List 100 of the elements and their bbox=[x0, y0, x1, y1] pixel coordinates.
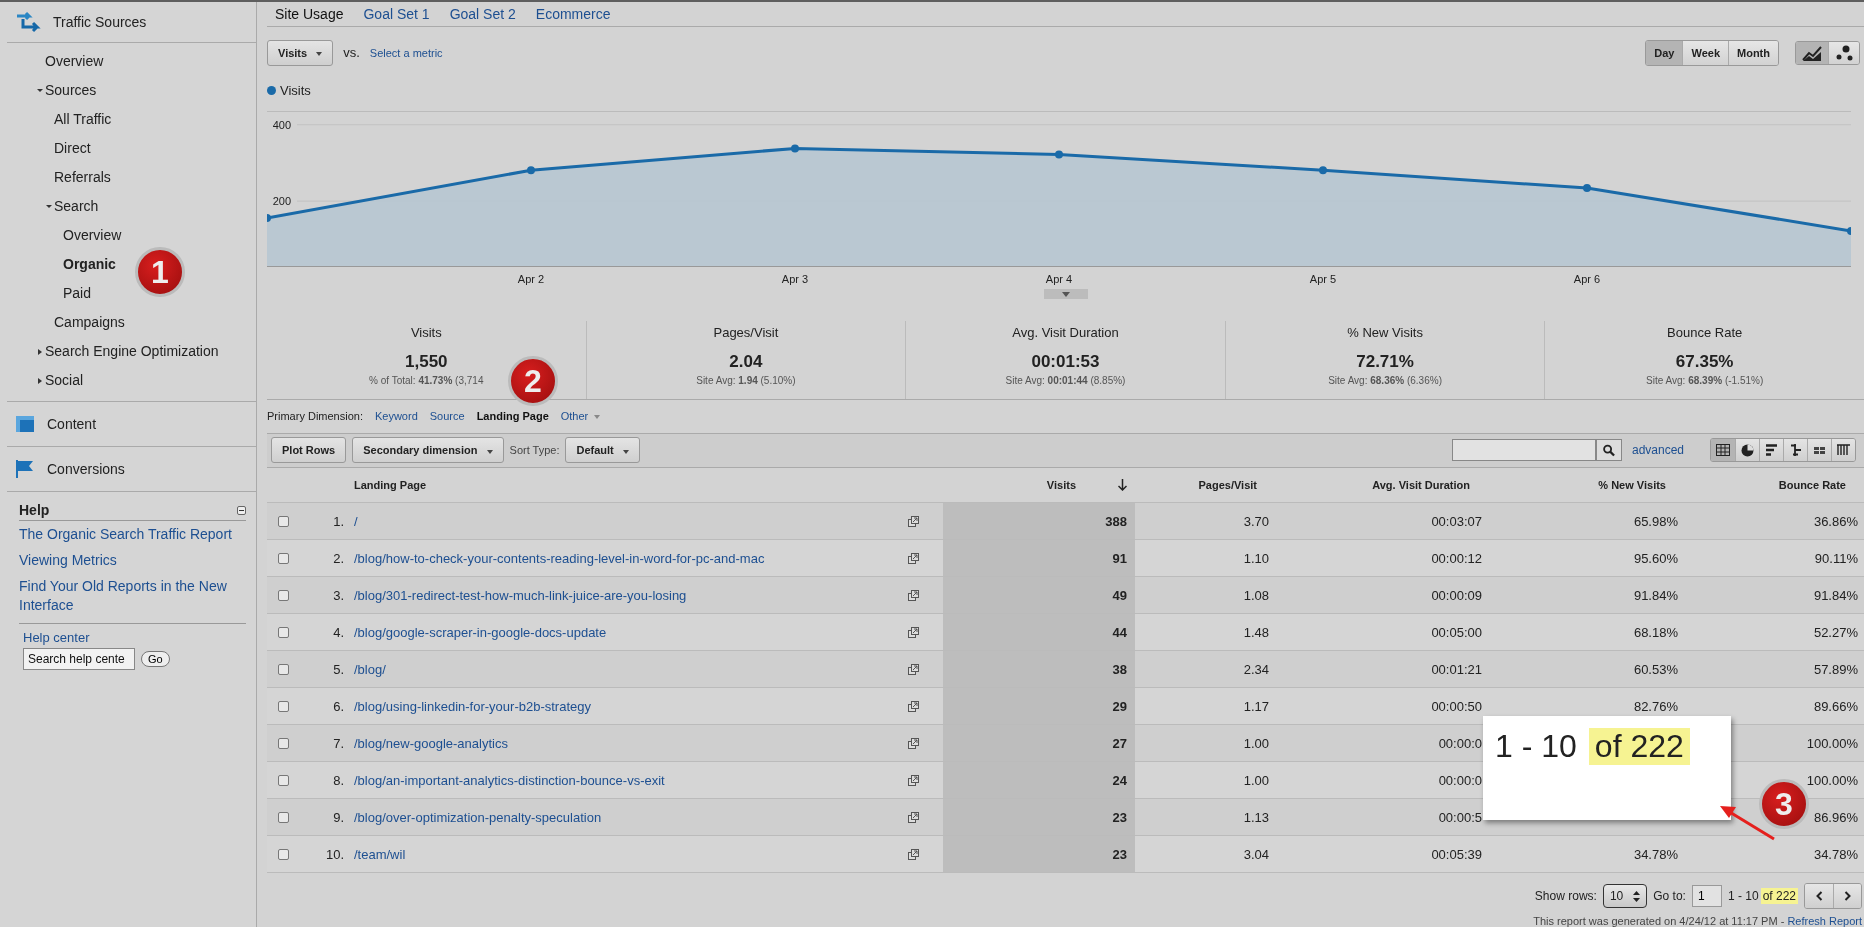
line-chart-button[interactable] bbox=[1796, 41, 1828, 64]
landing-page-link[interactable]: /blog/ bbox=[354, 661, 386, 677]
external-link-icon[interactable] bbox=[908, 663, 919, 675]
granularity-button[interactable]: Day bbox=[1646, 40, 1683, 65]
nav-item[interactable]: Social bbox=[45, 366, 84, 395]
advanced-link[interactable]: advanced bbox=[1631, 443, 1684, 458]
external-link-icon[interactable] bbox=[908, 515, 919, 527]
section-title[interactable]: Conversions bbox=[47, 461, 125, 477]
metric-dropdown[interactable]: Visits bbox=[267, 39, 334, 66]
landing-page-link[interactable]: /team/wil bbox=[354, 846, 406, 862]
nav-item[interactable]: Overview bbox=[45, 47, 104, 76]
table-cell: 34.78% bbox=[1813, 846, 1858, 862]
refresh-report-link[interactable]: Refresh Report bbox=[1787, 915, 1862, 927]
column-header[interactable]: Landing Page bbox=[354, 468, 890, 502]
nav-item[interactable]: Campaigns bbox=[54, 308, 125, 337]
dimension-option[interactable]: Landing Page bbox=[476, 410, 549, 423]
row-checkbox[interactable] bbox=[277, 552, 289, 564]
pivot-view-button[interactable] bbox=[1807, 439, 1831, 462]
table-cell: 00:05:39 bbox=[1431, 846, 1482, 862]
row-checkbox[interactable] bbox=[277, 737, 289, 749]
table-cell: 82.76% bbox=[1633, 698, 1678, 714]
bars-view-button[interactable] bbox=[1759, 439, 1783, 462]
collapse-icon[interactable] bbox=[237, 505, 246, 515]
landing-page-link[interactable]: /blog/an-important-analytics-distinction-bounce-vs-exit bbox=[354, 772, 665, 788]
landing-page-link[interactable]: /blog/google-scraper-in-google-docs-update bbox=[354, 624, 607, 640]
pie-view-button[interactable] bbox=[1735, 439, 1759, 462]
nav-item[interactable]: Direct bbox=[54, 134, 91, 163]
granularity-button[interactable]: Week bbox=[1682, 40, 1728, 65]
column-header[interactable]: Avg. Visit Duration bbox=[1275, 468, 1488, 502]
help-link[interactable]: The Organic Search Traffic Report bbox=[19, 525, 246, 544]
external-link-icon[interactable] bbox=[908, 552, 919, 564]
external-link-icon[interactable] bbox=[908, 811, 919, 823]
show-rows-select[interactable]: 10 bbox=[1602, 884, 1648, 908]
search-button[interactable] bbox=[1595, 439, 1622, 462]
row-checkbox[interactable] bbox=[277, 663, 289, 675]
primary-dimension-label: Primary Dimension: bbox=[267, 410, 363, 423]
row-checkbox[interactable] bbox=[277, 811, 289, 823]
chart-collapse-handle[interactable] bbox=[1043, 289, 1088, 300]
scorecard-label: Visits bbox=[410, 325, 442, 341]
row-checkbox[interactable] bbox=[277, 589, 289, 601]
table-search-field[interactable] bbox=[1451, 439, 1596, 462]
column-header[interactable]: % New Visits bbox=[1488, 468, 1684, 502]
scorecard-label: Bounce Rate bbox=[1667, 325, 1743, 341]
dimension-option[interactable]: Source bbox=[429, 410, 465, 423]
table-cell: 34.78% bbox=[1633, 846, 1678, 862]
previous-page-button[interactable] bbox=[1805, 884, 1833, 908]
sort-type-dropdown[interactable]: Default bbox=[565, 437, 640, 464]
row-checkbox[interactable] bbox=[277, 626, 289, 638]
row-checkbox[interactable] bbox=[277, 848, 289, 860]
row-number: 4. bbox=[332, 623, 345, 642]
go-to-field[interactable]: 1 bbox=[1691, 885, 1722, 907]
section-title[interactable]: Content bbox=[47, 416, 97, 432]
external-link-icon[interactable] bbox=[908, 774, 919, 786]
external-link-icon[interactable] bbox=[908, 626, 919, 638]
comparison-view-button[interactable] bbox=[1783, 439, 1807, 462]
landing-page-link[interactable]: /blog/over-optimization-penalty-speculation bbox=[354, 809, 602, 825]
table-view-button[interactable] bbox=[1711, 439, 1735, 462]
row-checkbox[interactable] bbox=[277, 700, 289, 712]
dimension-option[interactable]: Keyword bbox=[374, 410, 418, 423]
external-link-icon[interactable] bbox=[908, 848, 919, 860]
plot-rows-button[interactable]: Plot Rows bbox=[271, 437, 347, 464]
secondary-dimension-dropdown[interactable]: Secondary dimension bbox=[352, 437, 504, 464]
landing-page-link[interactable]: /blog/using-linkedin-for-your-b2b-strategy bbox=[354, 698, 591, 714]
nav-item[interactable]: Sources bbox=[45, 76, 97, 105]
select-metric-link[interactable]: Select a metric bbox=[369, 46, 443, 59]
row-checkbox[interactable] bbox=[277, 515, 289, 527]
column-header[interactable]: Pages/Visit bbox=[1135, 468, 1275, 502]
landing-page-link[interactable]: /blog/how-to-check-your-contents-reading-level-in-word-for-pc-and-mac bbox=[354, 550, 765, 566]
landing-page-link[interactable]: /blog/301-redirect-test-how-much-link-juice-are-you-losing bbox=[354, 587, 687, 603]
nav-item[interactable]: Paid bbox=[63, 279, 92, 308]
grid-view-button[interactable] bbox=[1831, 439, 1855, 462]
help-link[interactable]: Find Your Old Reports in the New Interface bbox=[19, 577, 246, 615]
go-button[interactable]: Go bbox=[141, 651, 170, 667]
column-header[interactable]: Bounce Rate bbox=[1684, 468, 1864, 502]
nav-item[interactable]: Referrals bbox=[54, 163, 111, 192]
column-header[interactable]: Visits bbox=[1046, 479, 1076, 491]
report-tab[interactable]: Site Usage bbox=[275, 6, 344, 22]
row-checkbox[interactable] bbox=[277, 774, 289, 786]
help-link[interactable]: Viewing Metrics bbox=[19, 551, 246, 570]
nav-item[interactable]: Search bbox=[54, 192, 99, 221]
external-link-icon[interactable] bbox=[908, 700, 919, 712]
nav-item[interactable]: Organic bbox=[63, 250, 116, 279]
nav-item[interactable]: Search Engine Optimization bbox=[45, 337, 219, 366]
help-search-field[interactable]: Search help cente bbox=[23, 648, 135, 670]
nav-item[interactable]: Overview bbox=[63, 221, 122, 250]
next-page-button[interactable] bbox=[1833, 884, 1861, 908]
data-point bbox=[1055, 150, 1063, 159]
report-tab[interactable]: Ecommerce bbox=[535, 6, 611, 22]
granularity-button[interactable]: Month bbox=[1728, 40, 1778, 65]
dimension-option[interactable]: Other bbox=[560, 410, 601, 423]
landing-page-link[interactable]: /blog/new-google-analytics bbox=[354, 735, 508, 751]
external-link-icon[interactable] bbox=[908, 737, 919, 749]
report-tab[interactable]: Goal Set 1 bbox=[363, 6, 430, 22]
section-title[interactable]: Traffic Sources bbox=[53, 14, 147, 30]
landing-page-link[interactable]: / bbox=[354, 513, 358, 529]
external-link-icon[interactable] bbox=[908, 589, 919, 601]
scorecard-note: % of Total: 41.73% (3,714 bbox=[369, 375, 484, 387]
nav-item[interactable]: All Traffic bbox=[54, 105, 112, 134]
bubble-chart-button[interactable] bbox=[1828, 41, 1859, 64]
report-tab[interactable]: Goal Set 2 bbox=[449, 6, 516, 22]
